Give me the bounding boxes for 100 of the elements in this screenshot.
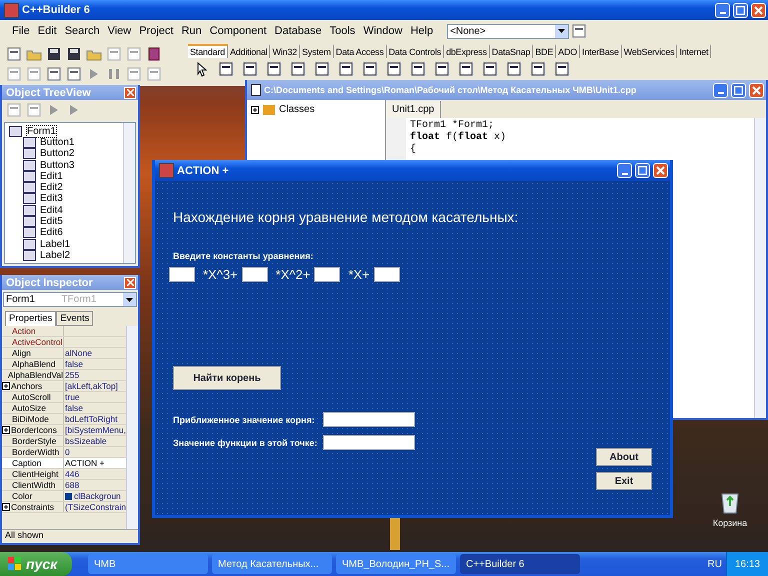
component-icon[interactable] [410, 61, 426, 77]
inspector-tab[interactable]: Properties [5, 311, 56, 326]
component-icon[interactable] [242, 61, 258, 77]
component-icon[interactable] [338, 61, 354, 77]
tree-node[interactable]: Classes [279, 104, 315, 115]
property-name[interactable]: Anchors [11, 381, 42, 391]
palette-tab[interactable]: BDE [533, 44, 556, 58]
form-button[interactable]: About [596, 448, 652, 466]
component-icon[interactable] [266, 61, 282, 77]
component-icon[interactable] [506, 61, 522, 77]
component-icon[interactable] [554, 61, 570, 77]
menu-item[interactable]: Project [135, 25, 178, 37]
property-name[interactable]: ClientWidth [12, 480, 56, 490]
find-root-button[interactable]: Найти корень [173, 366, 281, 390]
property-name[interactable]: Action [12, 326, 36, 336]
property-name[interactable]: Color [12, 491, 32, 501]
property-name[interactable]: AutoSize [12, 403, 46, 413]
configuration-combo[interactable]: <None> [447, 24, 570, 38]
input-field[interactable] [374, 267, 400, 282]
property-value[interactable]: 446 [65, 469, 80, 479]
minimize-button[interactable] [713, 82, 728, 98]
property-name[interactable]: Constraints [11, 502, 54, 512]
property-value[interactable]: 688 [65, 480, 80, 490]
property-name[interactable]: AlphaBlend [12, 359, 56, 369]
menu-item[interactable]: Search [60, 25, 104, 37]
property-value[interactable]: true [65, 392, 80, 402]
input-field[interactable] [314, 267, 340, 282]
form-button[interactable]: Exit [596, 472, 652, 490]
close-button[interactable] [749, 82, 764, 98]
menu-item[interactable]: Window [359, 25, 406, 37]
scrollbar[interactable] [126, 326, 138, 529]
component-icon[interactable] [530, 61, 546, 77]
maximize-button[interactable] [731, 82, 746, 98]
component-icon[interactable] [458, 61, 474, 77]
tree-node[interactable]: Button2 [40, 148, 74, 160]
close-button[interactable] [653, 163, 668, 178]
input-field[interactable] [242, 267, 268, 282]
component-icon[interactable] [362, 61, 378, 77]
palette-tab[interactable]: WebServices [622, 44, 678, 58]
property-name[interactable]: ActiveControl [12, 337, 63, 347]
component-icon[interactable] [482, 61, 498, 77]
palette-tab[interactable]: Win32 [270, 44, 300, 58]
property-name[interactable]: BorderWidth [12, 447, 60, 457]
language-indicator[interactable]: RU [708, 558, 722, 570]
menu-item[interactable]: Edit [34, 25, 61, 37]
tree-node[interactable]: Button3 [40, 160, 74, 171]
menu-item[interactable]: File [8, 25, 34, 37]
palette-tab[interactable]: Standard [188, 44, 228, 58]
maximize-button[interactable] [635, 163, 650, 178]
property-name[interactable]: Align [12, 348, 31, 358]
close-button[interactable] [124, 86, 136, 98]
save-icon[interactable] [46, 46, 62, 62]
property-value[interactable]: clBackgroun [74, 491, 121, 501]
menu-item[interactable]: Help [406, 25, 438, 37]
pause-icon[interactable] [106, 66, 122, 82]
property-name[interactable]: BorderStyle [12, 436, 56, 446]
tree-node[interactable]: Edit2 [40, 182, 63, 194]
tree-node[interactable]: Button1 [40, 137, 74, 148]
component-icon[interactable] [386, 61, 402, 77]
inspector-tab[interactable]: Events [56, 311, 94, 326]
palette-tab[interactable]: dbExpress [444, 44, 490, 58]
tree-node[interactable]: Label2 [40, 250, 70, 261]
property-value[interactable]: bsSizeable [65, 436, 107, 446]
close-button[interactable] [124, 276, 136, 288]
expand-icon[interactable] [2, 382, 10, 390]
property-value[interactable]: alNone [65, 348, 92, 358]
property-value[interactable]: ACTION + [65, 458, 104, 468]
taskbar-item[interactable]: Метод Касательных... [212, 554, 332, 574]
minimize-button[interactable] [617, 163, 632, 178]
maximize-button[interactable] [733, 2, 748, 18]
scrollbar[interactable] [754, 118, 766, 418]
property-value[interactable]: bdLeftToRight [65, 414, 118, 424]
save-all-icon[interactable] [66, 46, 82, 62]
property-name[interactable]: Caption [12, 458, 42, 468]
palette-tab[interactable]: InterBase [580, 44, 622, 58]
palette-tab[interactable]: DataSnap [490, 44, 534, 58]
component-icon[interactable] [290, 61, 306, 77]
menu-item[interactable]: Tools [326, 25, 360, 37]
property-value[interactable]: false [65, 403, 83, 413]
minimize-button[interactable] [715, 2, 730, 18]
tree-node[interactable]: Edit4 [40, 204, 63, 216]
component-icon[interactable] [314, 61, 330, 77]
file-tab[interactable]: Unit1.cpp [386, 100, 442, 118]
scrollbar[interactable] [123, 123, 135, 263]
menu-item[interactable]: Database [270, 25, 326, 37]
property-name[interactable]: BorderIcons [11, 425, 57, 435]
property-value[interactable]: [akLeft,akTop] [65, 381, 118, 391]
expand-icon[interactable] [2, 426, 10, 434]
component-icon[interactable] [434, 61, 450, 77]
expand-icon[interactable] [2, 503, 10, 511]
close-button[interactable] [751, 2, 766, 18]
menu-item[interactable]: View [104, 25, 136, 37]
component-icon[interactable] [218, 61, 234, 77]
tree-node[interactable]: Edit6 [40, 227, 63, 238]
output-field[interactable] [323, 412, 415, 427]
menu-item[interactable]: Run [177, 25, 206, 37]
property-value[interactable]: 0 [65, 447, 70, 457]
property-name[interactable]: AlphaBlendVal [8, 370, 63, 380]
tree-node[interactable]: Edit3 [40, 193, 63, 204]
tree-node[interactable]: Edit1 [40, 170, 63, 182]
